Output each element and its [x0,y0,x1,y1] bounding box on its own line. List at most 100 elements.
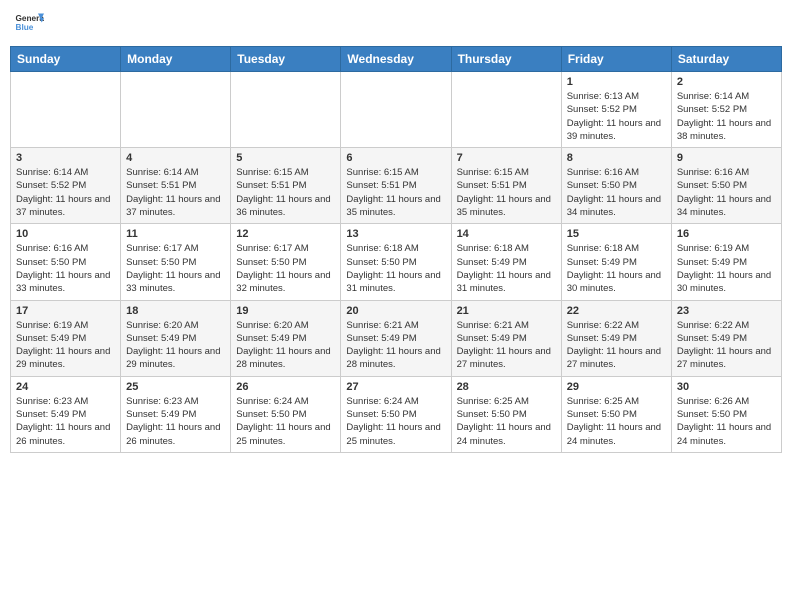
weekday-header-thursday: Thursday [451,47,561,72]
day-info: Sunrise: 6:14 AM Sunset: 5:52 PM Dayligh… [16,166,115,219]
day-number: 8 [567,152,666,164]
day-number: 10 [16,228,115,240]
day-number: 16 [677,228,776,240]
day-number: 22 [567,305,666,317]
day-info: Sunrise: 6:20 AM Sunset: 5:49 PM Dayligh… [126,319,225,372]
calendar-cell: 4 Sunrise: 6:14 AM Sunset: 5:51 PM Daylig… [121,148,231,224]
day-number: 29 [567,381,666,393]
calendar-cell: 23 Sunrise: 6:22 AM Sunset: 5:49 PM Dayli… [671,300,781,376]
calendar-cell: 6 Sunrise: 6:15 AM Sunset: 5:51 PM Daylig… [341,148,451,224]
day-info: Sunrise: 6:14 AM Sunset: 5:51 PM Dayligh… [126,166,225,219]
weekday-header-wednesday: Wednesday [341,47,451,72]
day-number: 28 [457,381,556,393]
day-number: 30 [677,381,776,393]
day-number: 14 [457,228,556,240]
weekday-header-row: SundayMondayTuesdayWednesdayThursdayFrid… [11,47,782,72]
day-info: Sunrise: 6:25 AM Sunset: 5:50 PM Dayligh… [567,395,666,448]
day-number: 7 [457,152,556,164]
logo: General Blue [14,10,44,38]
day-info: Sunrise: 6:22 AM Sunset: 5:49 PM Dayligh… [567,319,666,372]
calendar-week-2: 3 Sunrise: 6:14 AM Sunset: 5:52 PM Daylig… [11,148,782,224]
calendar-table: SundayMondayTuesdayWednesdayThursdayFrid… [10,46,782,453]
day-info: Sunrise: 6:24 AM Sunset: 5:50 PM Dayligh… [346,395,445,448]
day-info: Sunrise: 6:22 AM Sunset: 5:49 PM Dayligh… [677,319,776,372]
calendar-cell [121,72,231,148]
calendar-cell: 10 Sunrise: 6:16 AM Sunset: 5:50 PM Dayli… [11,224,121,300]
calendar-week-1: 1 Sunrise: 6:13 AM Sunset: 5:52 PM Daylig… [11,72,782,148]
day-number: 3 [16,152,115,164]
weekday-header-sunday: Sunday [11,47,121,72]
calendar-cell: 30 Sunrise: 6:26 AM Sunset: 5:50 PM Dayli… [671,376,781,452]
calendar-cell: 9 Sunrise: 6:16 AM Sunset: 5:50 PM Daylig… [671,148,781,224]
svg-text:Blue: Blue [16,23,34,32]
day-info: Sunrise: 6:16 AM Sunset: 5:50 PM Dayligh… [16,242,115,295]
day-info: Sunrise: 6:15 AM Sunset: 5:51 PM Dayligh… [346,166,445,219]
day-number: 15 [567,228,666,240]
calendar-cell: 17Sunrise: 6:19 AM Sunset: 5:49 PM Dayli… [11,300,121,376]
calendar-cell: 7 Sunrise: 6:15 AM Sunset: 5:51 PM Daylig… [451,148,561,224]
day-number: 26 [236,381,335,393]
day-number: 17 [16,305,115,317]
calendar-cell [451,72,561,148]
day-info: Sunrise: 6:17 AM Sunset: 5:50 PM Dayligh… [126,242,225,295]
day-info: Sunrise: 6:18 AM Sunset: 5:49 PM Dayligh… [567,242,666,295]
day-info: Sunrise: 6:19 AM Sunset: 5:49 PM Dayligh… [677,242,776,295]
calendar-cell: 13 Sunrise: 6:18 AM Sunset: 5:50 PM Dayli… [341,224,451,300]
day-info: Sunrise: 6:21 AM Sunset: 5:49 PM Dayligh… [457,319,556,372]
calendar-cell: 26 Sunrise: 6:24 AM Sunset: 5:50 PM Dayli… [231,376,341,452]
calendar-week-4: 17Sunrise: 6:19 AM Sunset: 5:49 PM Dayli… [11,300,782,376]
day-info: Sunrise: 6:16 AM Sunset: 5:50 PM Dayligh… [677,166,776,219]
day-number: 21 [457,305,556,317]
day-number: 11 [126,228,225,240]
calendar-cell [231,72,341,148]
day-info: Sunrise: 6:20 AM Sunset: 5:49 PM Dayligh… [236,319,335,372]
calendar-week-5: 24 Sunrise: 6:23 AM Sunset: 5:49 PM Dayli… [11,376,782,452]
day-number: 9 [677,152,776,164]
day-number: 24 [16,381,115,393]
day-number: 13 [346,228,445,240]
calendar-cell: 14 Sunrise: 6:18 AM Sunset: 5:49 PM Dayli… [451,224,561,300]
day-number: 18 [126,305,225,317]
day-info: Sunrise: 6:18 AM Sunset: 5:49 PM Dayligh… [457,242,556,295]
day-number: 12 [236,228,335,240]
day-info: Sunrise: 6:17 AM Sunset: 5:50 PM Dayligh… [236,242,335,295]
calendar-cell: 1 Sunrise: 6:13 AM Sunset: 5:52 PM Daylig… [561,72,671,148]
day-number: 23 [677,305,776,317]
page-header: General Blue [10,10,782,38]
day-info: Sunrise: 6:26 AM Sunset: 5:50 PM Dayligh… [677,395,776,448]
day-number: 1 [567,76,666,88]
day-number: 2 [677,76,776,88]
day-info: Sunrise: 6:14 AM Sunset: 5:52 PM Dayligh… [677,90,776,143]
calendar-cell: 15 Sunrise: 6:18 AM Sunset: 5:49 PM Dayli… [561,224,671,300]
day-info: Sunrise: 6:18 AM Sunset: 5:50 PM Dayligh… [346,242,445,295]
weekday-header-friday: Friday [561,47,671,72]
day-number: 5 [236,152,335,164]
day-info: Sunrise: 6:25 AM Sunset: 5:50 PM Dayligh… [457,395,556,448]
calendar-cell: 22 Sunrise: 6:22 AM Sunset: 5:49 PM Dayli… [561,300,671,376]
day-number: 25 [126,381,225,393]
weekday-header-tuesday: Tuesday [231,47,341,72]
calendar-cell: 24Sunrise: 6:23 AM Sunset: 5:49 PM Dayli… [11,376,121,452]
day-number: 4 [126,152,225,164]
calendar-cell: 11 Sunrise: 6:17 AM Sunset: 5:50 PM Dayli… [121,224,231,300]
logo-icon: General Blue [14,10,44,38]
calendar-cell: 19Sunrise: 6:20 AM Sunset: 5:49 PM Dayli… [231,300,341,376]
calendar-cell [11,72,121,148]
calendar-cell: 20Sunrise: 6:21 AM Sunset: 5:49 PM Dayli… [341,300,451,376]
day-info: Sunrise: 6:23 AM Sunset: 5:49 PM Dayligh… [126,395,225,448]
calendar-cell: 5 Sunrise: 6:15 AM Sunset: 5:51 PM Daylig… [231,148,341,224]
calendar-week-3: 10 Sunrise: 6:16 AM Sunset: 5:50 PM Dayli… [11,224,782,300]
day-info: Sunrise: 6:15 AM Sunset: 5:51 PM Dayligh… [236,166,335,219]
day-info: Sunrise: 6:24 AM Sunset: 5:50 PM Dayligh… [236,395,335,448]
day-number: 20 [346,305,445,317]
calendar-cell: 8Sunrise: 6:16 AM Sunset: 5:50 PM Daylig… [561,148,671,224]
day-number: 6 [346,152,445,164]
calendar-cell: 16 Sunrise: 6:19 AM Sunset: 5:49 PM Dayli… [671,224,781,300]
day-info: Sunrise: 6:15 AM Sunset: 5:51 PM Dayligh… [457,166,556,219]
calendar-cell: 29 Sunrise: 6:25 AM Sunset: 5:50 PM Dayli… [561,376,671,452]
calendar-cell: 28 Sunrise: 6:25 AM Sunset: 5:50 PM Dayli… [451,376,561,452]
weekday-header-saturday: Saturday [671,47,781,72]
calendar-cell: 27Sunrise: 6:24 AM Sunset: 5:50 PM Dayli… [341,376,451,452]
day-info: Sunrise: 6:13 AM Sunset: 5:52 PM Dayligh… [567,90,666,143]
calendar-cell [341,72,451,148]
